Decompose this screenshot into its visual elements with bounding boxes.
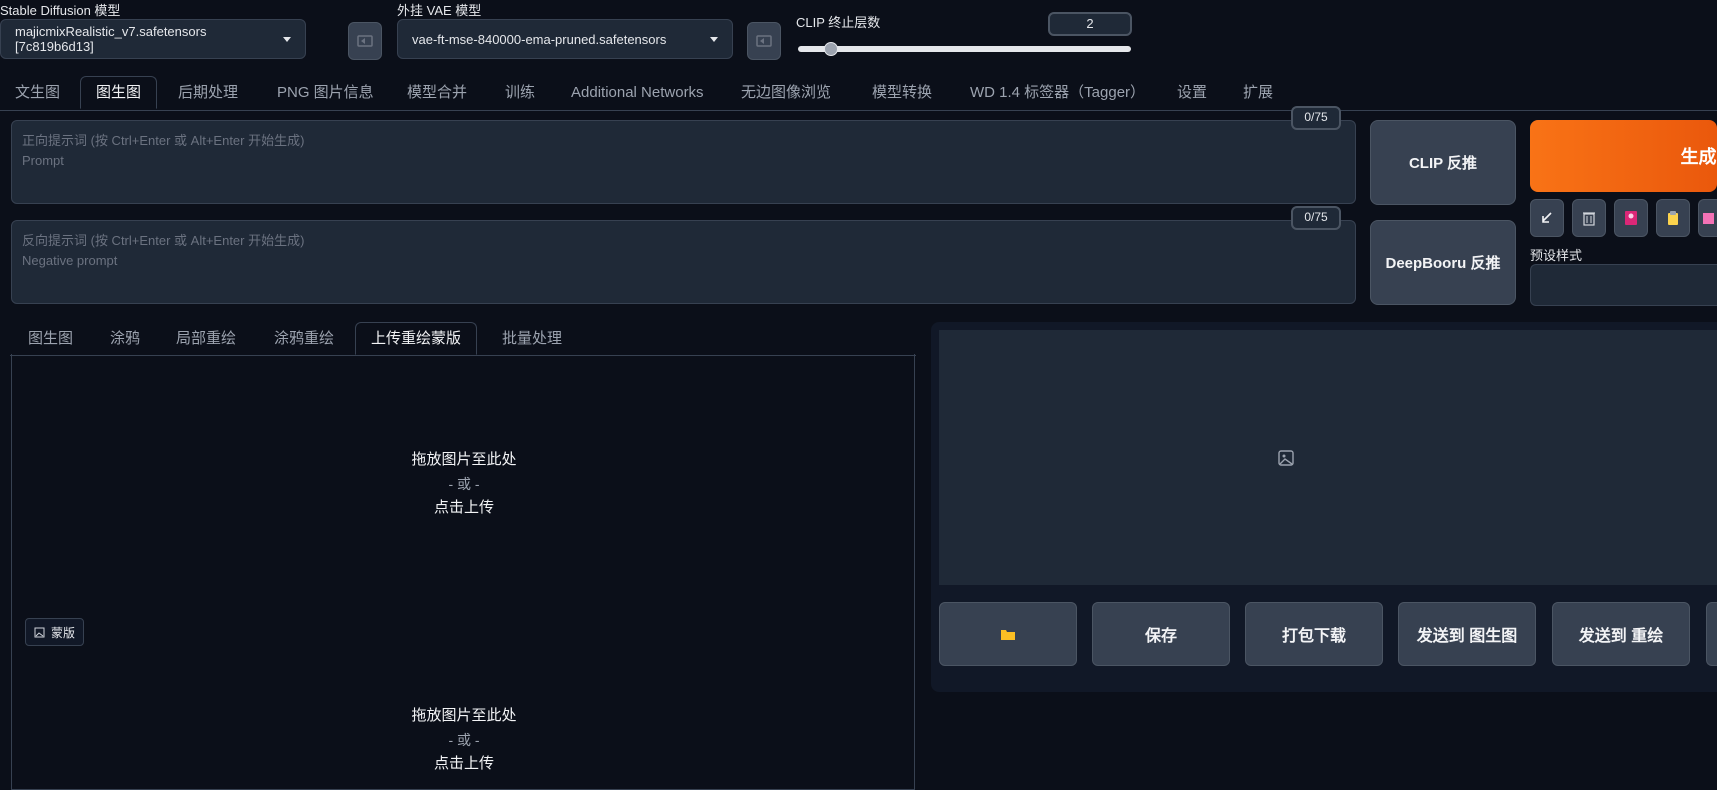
save-icon	[1703, 213, 1714, 224]
save-output-button[interactable]: 保存	[1092, 602, 1230, 666]
tab-extensions[interactable]: 扩展	[1228, 76, 1288, 109]
styles-dropdown[interactable]	[1530, 264, 1717, 306]
tab-checkpoint-merger[interactable]: 模型合并	[392, 76, 482, 109]
subtab-inpaint-upload[interactable]: 上传重绘蒙版	[355, 322, 478, 355]
negative-placeholder: 反向提示词 (按 Ctrl+Enter 或 Alt+Enter 开始生成)	[22, 233, 305, 248]
model-label: Stable Diffusion 模型	[0, 3, 121, 18]
image-placeholder-icon	[1278, 449, 1294, 466]
send-to-img2img-button[interactable]: 发送到 图生图	[1398, 602, 1536, 666]
generate-label: 生成	[1680, 147, 1717, 167]
mask-dropzone[interactable]: 拖放图片至此处 - 或 - 点击上传	[12, 704, 916, 776]
mask-badge: 蒙版	[25, 618, 85, 646]
refresh-model-button[interactable]	[348, 22, 382, 60]
subtab-sketch[interactable]: 涂鸦	[95, 322, 155, 355]
picture-card-icon	[1625, 211, 1637, 225]
tab-train[interactable]: 训练	[490, 76, 550, 109]
clip-slider-thumb[interactable]	[824, 42, 839, 56]
clip-label: CLIP 终止层数	[796, 15, 881, 30]
tab-tagger[interactable]: WD 1.4 标签器（Tagger）	[955, 76, 1160, 109]
mask-click-upload-text: 点击上传	[433, 755, 494, 772]
refresh-vae-button[interactable]	[747, 22, 781, 60]
send-to-inpaint-button[interactable]: 发送到 重绘	[1552, 602, 1690, 666]
tab-txt2img[interactable]: 文生图	[0, 76, 75, 109]
tab-infinite-image-browsing[interactable]: 无边图像浏览	[726, 76, 846, 109]
clear-prompt-button[interactable]	[1572, 199, 1606, 237]
upload-panel: 拖放图片至此处 - 或 - 点击上传 蒙版 拖放图片至此处 - 或 - 点击上传	[11, 354, 915, 790]
drop-text: 拖放图片至此处	[411, 451, 517, 468]
trash-icon	[1583, 212, 1595, 226]
chevron-down-icon	[283, 36, 291, 42]
clip-value-input[interactable]: 2	[1048, 12, 1132, 36]
folder-icon	[1001, 630, 1015, 640]
model-dropdown[interactable]: majicmixRealistic_v7.safetensors [7c819b…	[0, 19, 306, 59]
arrow-down-left-icon	[1542, 212, 1552, 223]
tab-extras[interactable]: 后期处理	[163, 76, 253, 109]
vae-value: vae-ft-mse-840000-ema-pruned.safetensors	[412, 31, 667, 47]
send-to-extras-button[interactable]	[1706, 602, 1717, 666]
styles-label: 预设样式	[1530, 248, 1583, 263]
subtab-inpaint[interactable]: 局部重绘	[161, 322, 251, 355]
tab-img2img[interactable]: 图生图	[80, 76, 158, 109]
vae-dropdown[interactable]: vae-ft-mse-840000-ema-pruned.safetensors	[397, 19, 733, 59]
deepbooru-interrogate-button[interactable]: DeepBooru 反推	[1370, 220, 1516, 305]
negative-placeholder-en: Negative prompt	[22, 253, 118, 268]
chevron-down-icon	[710, 36, 718, 42]
mask-badge-label: 蒙版	[51, 625, 76, 640]
subtab-img2img[interactable]: 图生图	[13, 322, 88, 355]
click-upload-text: 点击上传	[433, 499, 494, 516]
prompt-placeholder: 正向提示词 (按 Ctrl+Enter 或 Alt+Enter 开始生成)	[22, 133, 305, 148]
model-value: majicmixRealistic_v7.safetensors [7c819b…	[15, 24, 207, 54]
subtab-inpaint-sketch[interactable]: 涂鸦重绘	[259, 322, 349, 355]
image-icon	[34, 627, 45, 637]
subtab-batch[interactable]: 批量处理	[487, 322, 577, 355]
or-text: - 或 -	[448, 476, 480, 492]
mask-drop-text: 拖放图片至此处	[411, 707, 517, 724]
clipboard-icon	[1668, 211, 1678, 225]
clip-interrogate-button[interactable]: CLIP 反推	[1370, 120, 1516, 205]
prompt-textarea[interactable]: 正向提示词 (按 Ctrl+Enter 或 Alt+Enter 开始生成) Pr…	[11, 120, 1356, 204]
read-params-button[interactable]	[1530, 199, 1564, 237]
mask-or-text: - 或 -	[448, 732, 480, 748]
negative-prompt-textarea[interactable]: 反向提示词 (按 Ctrl+Enter 或 Alt+Enter 开始生成) Ne…	[11, 220, 1356, 304]
tab-additional-networks[interactable]: Additional Networks	[556, 76, 719, 109]
output-image-area	[939, 330, 1717, 585]
prompt-placeholder-en: Prompt	[22, 153, 64, 168]
generate-button[interactable]: 生成	[1530, 120, 1717, 192]
open-folder-button[interactable]	[939, 602, 1077, 666]
tab-model-converter[interactable]: 模型转换	[857, 76, 947, 109]
tab-png-info[interactable]: PNG 图片信息	[262, 76, 389, 109]
img2img-sub-tab-bar: 图生图 涂鸦 局部重绘 涂鸦重绘 上传重绘蒙版 批量处理	[10, 322, 916, 356]
vae-label: 外挂 VAE 模型	[397, 3, 482, 18]
main-tab-bar: 文生图 图生图 后期处理 PNG 图片信息 模型合并 训练 Additional…	[0, 76, 1717, 111]
save-style-button[interactable]	[1698, 199, 1717, 237]
negative-token-counter: 0/75	[1291, 206, 1341, 230]
zip-download-button[interactable]: 打包下载	[1245, 602, 1383, 666]
prompt-token-counter: 0/75	[1291, 106, 1341, 130]
extra-networks-button[interactable]	[1614, 199, 1648, 237]
refresh-icon	[357, 35, 373, 47]
clip-slider-track[interactable]	[798, 46, 1131, 52]
image-dropzone[interactable]: 拖放图片至此处 - 或 - 点击上传	[12, 448, 916, 520]
tab-settings[interactable]: 设置	[1162, 76, 1222, 109]
apply-style-button[interactable]	[1656, 199, 1690, 237]
refresh-icon	[756, 35, 772, 47]
